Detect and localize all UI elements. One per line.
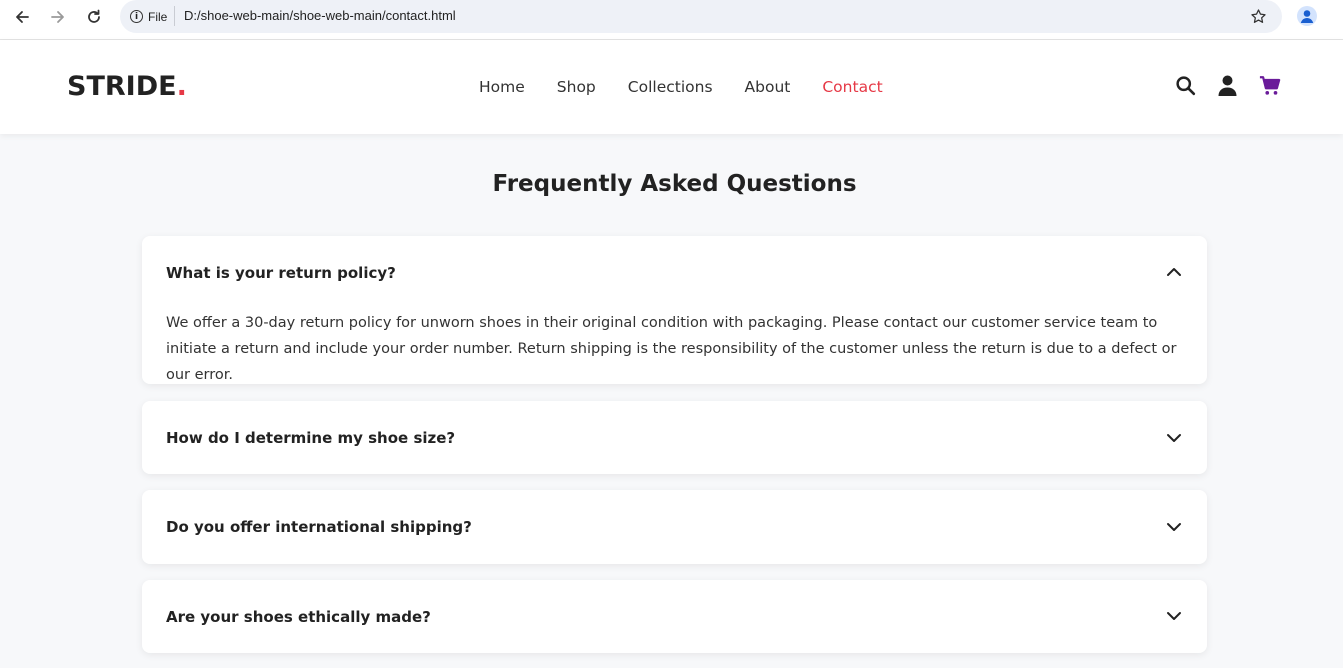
chevron-down-icon[interactable] (1165, 429, 1183, 447)
chevron-down-icon[interactable] (1165, 518, 1183, 536)
faq-question[interactable]: Are your shoes ethically made? (166, 608, 431, 626)
forward-button[interactable] (44, 6, 72, 28)
nav-shop[interactable]: Shop (557, 78, 596, 96)
nav-contact[interactable]: Contact (822, 78, 882, 96)
back-button[interactable] (8, 6, 36, 28)
nav-collections[interactable]: Collections (628, 78, 713, 96)
browser-toolbar: i File D:/shoe-web-main/shoe-web-main/co… (0, 0, 1343, 40)
url-text[interactable]: D:/shoe-web-main/shoe-web-main/contact.h… (184, 8, 456, 23)
chevron-down-icon[interactable] (1165, 607, 1183, 625)
info-icon: i (130, 10, 143, 23)
site-logo[interactable]: STRIDE. (67, 71, 187, 102)
arrow-left-icon (16, 11, 29, 23)
faq-item: What is your return policy? We offer a 3… (142, 236, 1207, 384)
logo-dot: . (176, 71, 187, 102)
reload-icon (88, 9, 100, 23)
site-info-chip[interactable]: i File (130, 8, 167, 25)
reload-button[interactable] (80, 6, 108, 28)
nav-about[interactable]: About (745, 78, 791, 96)
address-bar[interactable]: i File D:/shoe-web-main/shoe-web-main/co… (120, 0, 1282, 33)
profile-avatar-icon[interactable] (1297, 6, 1317, 26)
main-nav: Home Shop Collections About Contact (479, 78, 915, 96)
faq-question[interactable]: How do I determine my shoe size? (166, 429, 455, 447)
cart-icon[interactable] (1259, 74, 1281, 96)
faq-question[interactable]: Do you offer international shipping? (166, 518, 472, 536)
address-divider (174, 6, 175, 26)
search-icon[interactable] (1174, 74, 1196, 96)
faq-item: How do I determine my shoe size? (142, 401, 1207, 474)
nav-home[interactable]: Home (479, 78, 525, 96)
arrow-right-icon (51, 11, 64, 23)
faq-answer: We offer a 30-day return policy for unwo… (166, 315, 1177, 383)
faq-question[interactable]: What is your return policy? (166, 264, 396, 282)
faq-item: Are your shoes ethically made? (142, 580, 1207, 653)
site-header: STRIDE. Home Shop Collections About Cont… (0, 40, 1343, 134)
faq-item: Do you offer international shipping? (142, 490, 1207, 564)
user-icon[interactable] (1216, 74, 1238, 96)
faq-title: Frequently Asked Questions (492, 171, 857, 197)
chevron-up-icon[interactable] (1165, 263, 1183, 281)
logo-text: STRIDE (67, 71, 177, 102)
star-icon[interactable] (1250, 8, 1267, 25)
site-info-label: File (148, 9, 168, 24)
